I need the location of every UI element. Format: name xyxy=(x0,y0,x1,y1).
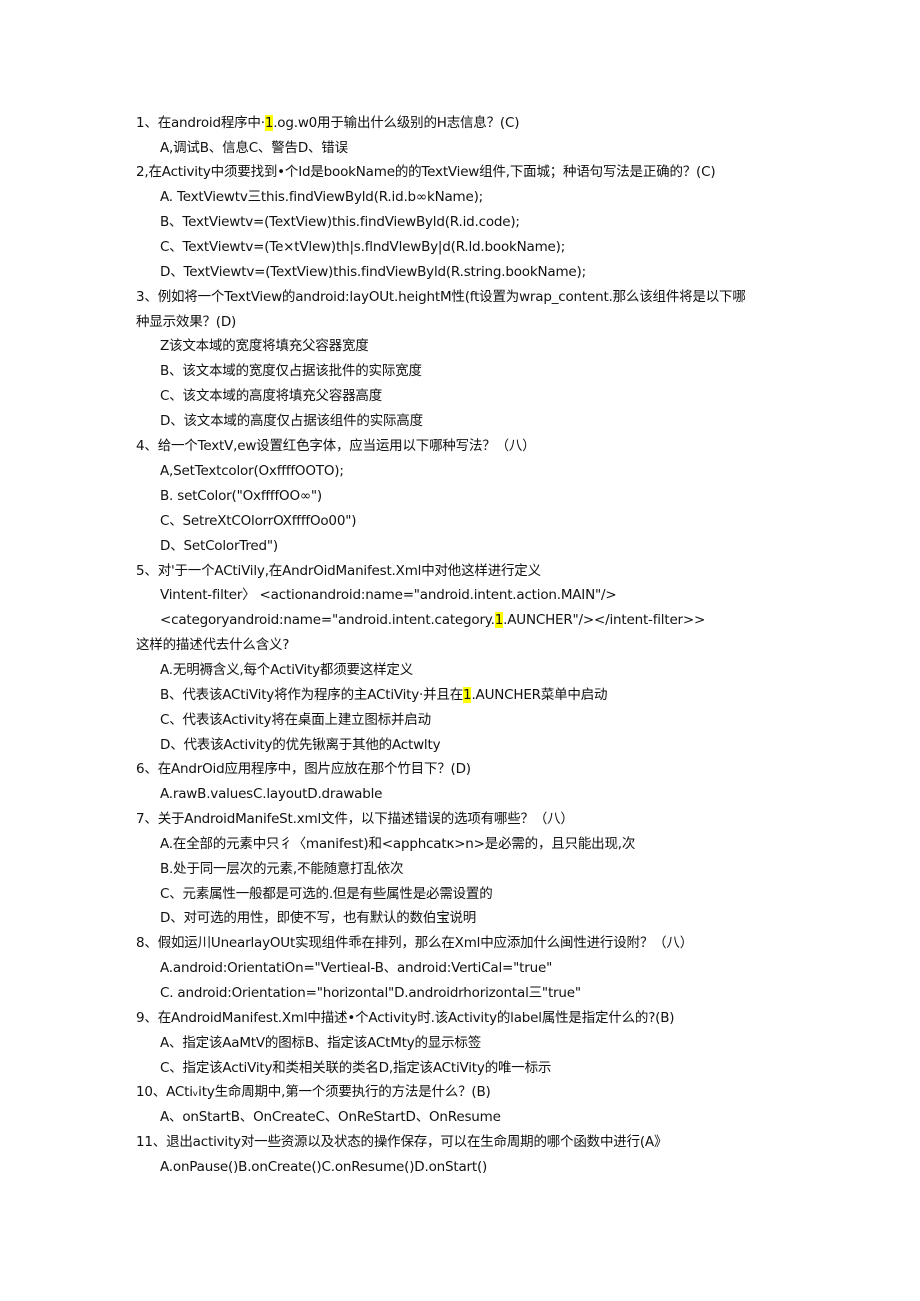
question-5-stem-cont: 这样的描述代去什么含义? xyxy=(136,637,290,653)
question-6-options: A.rawB.valuesC.layoutD.drawable xyxy=(160,786,383,802)
question-9-option-ab: A、指定该AaMtV的图标B、指定该ACtMty的显示标签 xyxy=(160,1035,482,1051)
highlighted-text: 1 xyxy=(494,612,504,628)
question-8-stem: 8、假如运川UnearlayOUt实现组件乖在排列，那么在Xml中应添加什么闽性… xyxy=(136,935,694,951)
question-3-option-b: B、该文本域的宽度仅占据该批件的实际宽度 xyxy=(160,363,422,379)
question-2-option-c: C、TextViewtv=(Te×tVlew)th|s.flndVlewBy|d… xyxy=(160,239,566,255)
question-1-options: A,调试B、信息C、警告D、错误 xyxy=(160,140,348,156)
question-6-stem: 6、在AndrOid应用程序中，图片应放在那个竹目下？(D) xyxy=(136,761,471,777)
question-5-code-line-1: Vintent-filter〉 <actionandroid:name="and… xyxy=(160,587,617,603)
question-7-option-a: A.在全部的元素中只彳〈manifest)和<apphcatκ>n>是必需的，且… xyxy=(160,836,636,852)
question-4-option-b: B. setColor("OxffffOO∞") xyxy=(160,488,322,504)
question-10-stem: 10、ACtiᵥity生命周期中,第一个须要执行的方法是什么？(B) xyxy=(136,1084,491,1100)
question-11-stem: 11、退出activity对一些资源以及状态的操作保存，可以在生命周期的哪个函数… xyxy=(136,1134,668,1150)
code-text: <categoryandroid:name="android.intent.ca… xyxy=(160,612,495,628)
question-3-option-d: D、该文本域的高度仅占据该组件的实际高度 xyxy=(160,413,423,429)
question-8-option-ab: A.android:OrientatiOn="Vertieal-B、androi… xyxy=(160,960,553,976)
question-5-option-d: D、代表该Activity的优先锹离于其他的Actwlty xyxy=(160,737,441,753)
question-7-option-b: B.处于同一层次的元素,不能随意打乱依次 xyxy=(160,861,404,877)
question-5-code-line-2: <categoryandroid:name="android.intent.ca… xyxy=(160,610,705,630)
question-7-option-d: D、对可选的用性，即使不写，也有默认的数伯宝说明 xyxy=(160,910,477,926)
question-10-options: A、onStartB、OnCreateC、OnReStartD、OnResume xyxy=(160,1109,501,1125)
question-3-option-a: Z该文本域的宽度将填充父容器宽度 xyxy=(160,338,369,354)
document-page: 1、在android程序中·1.og.w0用于输出什么级别的H志信息？(C) A… xyxy=(0,0,920,1301)
code-text: .AUNCHER"/></intent-filter>> xyxy=(503,612,706,628)
question-2-option-b: B、TextViewtv=(TextView)this.findViewByld… xyxy=(160,214,520,230)
question-2-stem: 2,在Activity中须要找到•个Id是bookName的的TextView组… xyxy=(136,164,716,180)
question-3-stem: 3、例如将一个TextView的android:layOUt.heightM性(… xyxy=(136,289,746,305)
question-5-option-b: B、代表该ACtiVity将作为程序的主ACtiVity·并且在1.AUNCHE… xyxy=(160,685,608,705)
question-3-stem-cont: 种显示效果？(D) xyxy=(136,314,237,330)
question-4-option-d: D、SetColorTred") xyxy=(160,538,278,554)
question-8-option-cd: C. android:Orientation="horizontal"D.and… xyxy=(160,985,581,1001)
question-2-option-d: D、TextViewtv=(TextView)this.findViewByld… xyxy=(160,264,586,280)
question-5-stem: 5、对'于一个ACtiVily,在AndrOidManifest.Xml中对他这… xyxy=(136,563,541,579)
option-text: .AUNCHER菜单中启动 xyxy=(471,687,608,703)
question-4-stem: 4、给一个TextV,ew设置红色字体，应当运用以下哪种写法？（八） xyxy=(136,438,536,454)
question-7-stem: 7、关于AndroidManifeSt.xml文件，以下描述错误的选项有哪些？（… xyxy=(136,811,574,827)
question-1-stem: 1、在android程序中·1.og.w0用于输出什么级别的H志信息？(C) xyxy=(136,113,519,133)
question-5-option-c: C、代表该Activity将在桌面上建立图标并启动 xyxy=(160,712,431,728)
option-text: B、代表该ACtiVity将作为程序的主ACtiVity·并且在 xyxy=(160,687,464,703)
question-5-option-a: A.无明褥含义,每个ActiVity都须要这样定义 xyxy=(160,662,414,678)
question-4-option-a: A,SetTextcolor(OxffffOOTO); xyxy=(160,463,344,479)
question-7-option-c: C、元素属性一般都是可选的.但是有些属性是必需设置的 xyxy=(160,886,493,902)
stem-text: 1、在android程序中· xyxy=(136,115,265,131)
question-2-option-a: A. TextViewtv三this.findViewByld(R.id.b∞k… xyxy=(160,189,484,205)
question-9-stem: 9、在AndroidManifest.Xml中描述•个Activity时.该Ac… xyxy=(136,1010,675,1026)
stem-text: .og.w0用于输出什么级别的H志信息？(C) xyxy=(273,115,520,131)
question-11-options: A.onPause()B.onCreate()C.onResume()D.onS… xyxy=(160,1159,488,1175)
question-4-option-c: C、SetreXtCOlorrOXffffOo00") xyxy=(160,513,357,529)
question-9-option-cd: C、指定该ActiVity和类相关联的类名D,指定该ACtiVity的唯一标示 xyxy=(160,1060,552,1076)
highlighted-text: 1 xyxy=(264,115,274,131)
question-3-option-c: C、该文本域的高度将填充父容器高度 xyxy=(160,388,383,404)
